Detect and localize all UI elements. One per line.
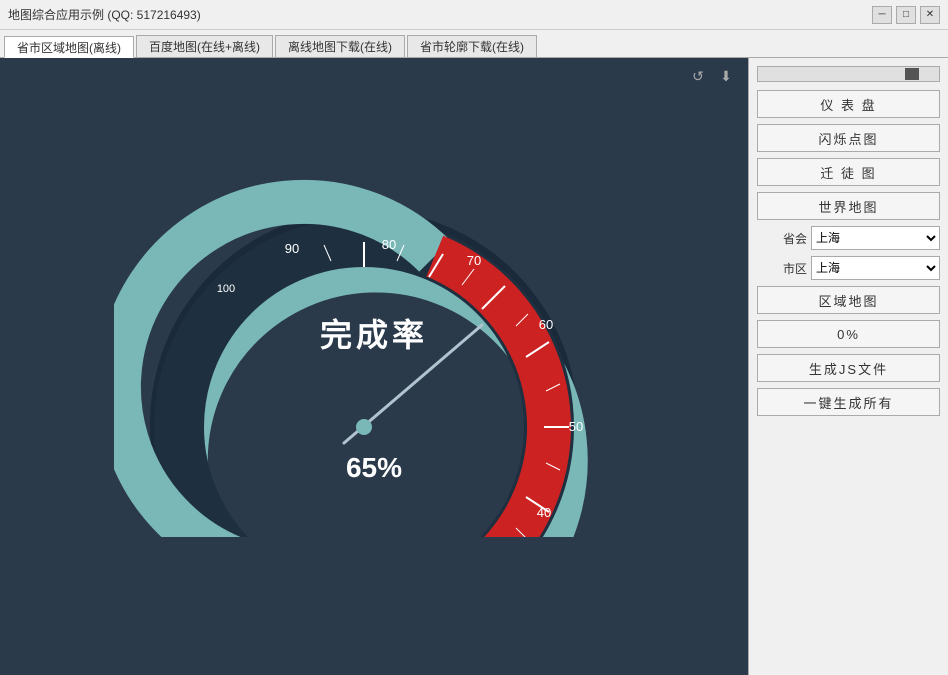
- dashboard-button[interactable]: 仪 表 盘: [757, 90, 940, 118]
- gauge-container: 完成率 65% 0 10 20 30 40 50: [114, 157, 634, 577]
- region-map-button[interactable]: 区域地图: [757, 286, 940, 314]
- tab-baidu-map[interactable]: 百度地图(在线+离线): [136, 35, 273, 57]
- scrollbar-thumb: [905, 68, 919, 80]
- flash-map-button[interactable]: 闪烁点图: [757, 124, 940, 152]
- window-controls: ─ □ ✕: [872, 6, 940, 24]
- main-content: ↺ ⬇: [0, 58, 948, 675]
- refresh-icon[interactable]: ↺: [688, 66, 708, 86]
- close-button[interactable]: ✕: [920, 6, 940, 24]
- gauge-value: 65%: [346, 452, 402, 484]
- maximize-button[interactable]: □: [896, 6, 916, 24]
- city-select[interactable]: 上海 徐汇 黄浦 浦东: [811, 256, 940, 280]
- title-bar: 地图综合应用示例 (QQ: 517216493) ─ □ ✕: [0, 0, 948, 30]
- right-panel: 仪 表 盘 闪烁点图 迁 徒 图 世界地图 省会 上海 北京 广东 江苏 市区 …: [748, 58, 948, 675]
- gauge-title: 完成率: [320, 310, 428, 356]
- tab-province-outline[interactable]: 省市轮廓下载(在线): [407, 35, 537, 57]
- generate-js-button[interactable]: 生成JS文件: [757, 354, 940, 382]
- generate-all-button[interactable]: 一键生成所有: [757, 388, 940, 416]
- city-label: 市区: [757, 260, 807, 277]
- migrate-map-button[interactable]: 迁 徒 图: [757, 158, 940, 186]
- city-row: 市区 上海 徐汇 黄浦 浦东: [757, 256, 940, 280]
- gauge-panel: ↺ ⬇: [0, 58, 748, 675]
- province-row: 省会 上海 北京 广东 江苏: [757, 226, 940, 250]
- tab-offline-region[interactable]: 省市区域地图(离线): [4, 36, 134, 58]
- progress-button[interactable]: 0%: [757, 320, 940, 348]
- tab-bar: 省市区域地图(离线) 百度地图(在线+离线) 离线地图下载(在线) 省市轮廓下载…: [0, 30, 948, 58]
- gauge-toolbar: ↺ ⬇: [688, 66, 736, 86]
- province-label: 省会: [757, 230, 807, 247]
- tab-download-map[interactable]: 离线地图下载(在线): [275, 35, 405, 57]
- province-select[interactable]: 上海 北京 广东 江苏: [811, 226, 940, 250]
- minimize-button[interactable]: ─: [872, 6, 892, 24]
- scrollbar[interactable]: [757, 66, 940, 82]
- download-icon[interactable]: ⬇: [716, 66, 736, 86]
- window-title: 地图综合应用示例 (QQ: 517216493): [8, 6, 201, 23]
- world-map-button[interactable]: 世界地图: [757, 192, 940, 220]
